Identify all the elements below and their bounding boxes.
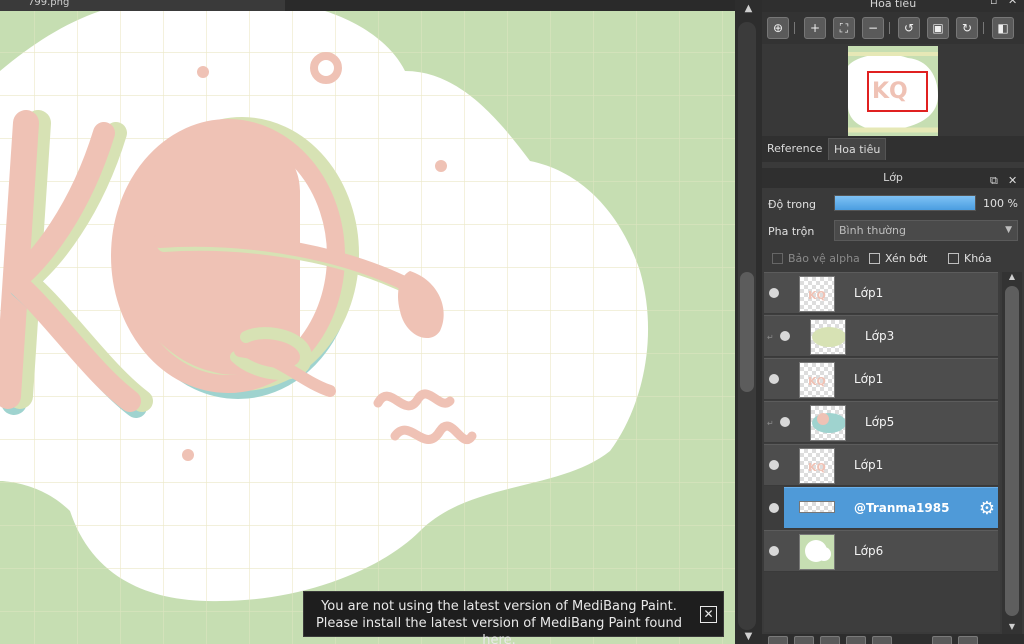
protect-alpha-checkbox[interactable]: Bảo vệ alpha	[772, 252, 860, 266]
navigator-thumbnail[interactable]: KQ	[848, 46, 938, 136]
layer-name: @Tranma1985	[854, 501, 950, 515]
scroll-up-arrow[interactable]: ▲	[1002, 272, 1022, 281]
layer-row[interactable]: ↵ Lớp3	[764, 315, 998, 357]
lock-checkbox[interactable]: Khóa	[948, 252, 992, 266]
update-message-line1: You are not using the latest version of …	[321, 599, 677, 614]
zoom-in-icon[interactable]: +	[804, 17, 826, 39]
navigator-title: Hoa tiêu	[869, 0, 917, 10]
layer-toolbar	[762, 634, 1024, 644]
visibility-eye-icon[interactable]	[769, 503, 779, 513]
artwork-canvas[interactable]	[0, 11, 735, 644]
layer-panel-title: Lớp	[883, 171, 903, 184]
flip-icon[interactable]: ◧	[992, 17, 1014, 39]
fit-icon[interactable]: ⛶	[833, 17, 855, 39]
layer-row[interactable]: KQ Lớp1	[764, 358, 998, 400]
layer-thumbnail	[810, 319, 846, 355]
layer-row[interactable]: Lớp6	[764, 530, 998, 572]
svg-text:KQ: KQ	[808, 375, 826, 388]
update-message-line2[interactable]: Please install the latest version of Med…	[304, 615, 694, 644]
blend-label: Pha trộn	[768, 225, 815, 238]
layer-thumbnail: KQ	[799, 362, 835, 398]
chevron-down-icon: ▼	[1005, 225, 1012, 235]
blend-mode-value: Bình thường	[839, 224, 906, 237]
rotate-right-icon[interactable]: ↻	[956, 17, 978, 39]
new-halftone-layer-icon[interactable]	[794, 636, 814, 644]
update-notification[interactable]: You are not using the latest version of …	[303, 591, 724, 644]
canvas-vertical-scrollbar[interactable]: ▲ ▼	[735, 0, 762, 644]
gear-icon[interactable]: ⚙	[979, 498, 995, 519]
zoom-actual-icon[interactable]: ⊕	[767, 17, 789, 39]
layer-list-scrollbar[interactable]: ▲ ▼	[1002, 272, 1022, 634]
new-8bit-layer-icon[interactable]	[820, 636, 840, 644]
scroll-thumb[interactable]	[1005, 286, 1019, 616]
layer-thumbnail: KQ	[799, 448, 835, 484]
scroll-down-arrow[interactable]: ▼	[735, 630, 762, 644]
clip-indicator-icon: ↵	[767, 333, 774, 342]
blend-mode-select[interactable]: Bình thường ▼	[834, 220, 1018, 241]
layer-row[interactable]: @Tranma1985 ⚙	[769, 487, 998, 529]
layer-panel-header: Lớp ⧉ ✕	[762, 168, 1024, 188]
scroll-track[interactable]	[738, 22, 756, 630]
layer-name: Lớp1	[854, 286, 884, 300]
visibility-eye-icon[interactable]	[769, 374, 779, 384]
opacity-slider[interactable]	[834, 195, 976, 211]
navigator-toolbar: ⊕ + ⛶ − ↺ ▣ ↻ ◧	[762, 12, 1024, 44]
clip-indicator-icon: ↵	[767, 419, 774, 428]
layer-row[interactable]: KQ Lớp1	[764, 444, 998, 486]
opacity-label: Độ trong	[768, 198, 817, 211]
visibility-eye-icon[interactable]	[769, 546, 779, 556]
layer-row[interactable]: KQ Lớp1	[764, 272, 998, 314]
layer-thumbnail	[810, 405, 846, 441]
opacity-value: 100 %	[983, 197, 1018, 210]
layer-thumbnail	[799, 534, 835, 570]
visibility-eye-icon[interactable]	[769, 460, 779, 470]
new-1bit-layer-icon[interactable]	[846, 636, 866, 644]
close-icon[interactable]: ✕	[700, 606, 717, 623]
layer-name: Lớp1	[854, 458, 884, 472]
layer-list[interactable]: KQ Lớp1 ↵ Lớp3 KQ Lớp1 ↵ Lớp5 KQ Lớp1 @Tranma1985 ⚙…	[764, 272, 1000, 632]
tab-reference[interactable]: Reference	[762, 138, 827, 160]
svg-text:KQ: KQ	[872, 79, 908, 104]
undock-icon[interactable]: ⧉	[990, 171, 998, 191]
merge-down-icon[interactable]	[932, 636, 952, 644]
opacity-slider-fill	[835, 196, 975, 210]
close-icon[interactable]: ✕	[1008, 171, 1017, 191]
tab-navigator[interactable]: Hoa tiêu	[828, 138, 887, 160]
layer-thumbnail: KQ	[799, 276, 835, 312]
undock-icon[interactable]: ▫	[990, 0, 997, 6]
medibang-window: 799.png ▲ ▼ You are not using the latest…	[0, 0, 1024, 644]
new-folder-icon[interactable]	[872, 636, 892, 644]
fullscreen-icon[interactable]: ▣	[927, 17, 949, 39]
layer-name: Lớp1	[854, 372, 884, 386]
navigator-title-bar: Hoa tiêu ▫ ✕	[762, 0, 1024, 12]
panel-tabs: Reference Hoa tiêu	[762, 136, 1024, 162]
visibility-eye-icon[interactable]	[780, 331, 790, 341]
svg-text:KQ: KQ	[808, 461, 826, 474]
file-tab-bar: 799.png	[0, 0, 735, 11]
layer-thumbnail	[799, 501, 835, 513]
layer-row[interactable]: ↵ Lớp5	[764, 401, 998, 443]
scroll-up-arrow[interactable]: ▲	[735, 2, 762, 16]
right-panel: Hoa tiêu ▫ ✕ ⊕ + ⛶ − ↺ ▣ ↻ ◧ KQ Referenc…	[762, 0, 1024, 644]
canvas-area[interactable]: 799.png	[0, 0, 735, 644]
layer-name: Lớp6	[854, 544, 884, 558]
new-layer-icon[interactable]	[768, 636, 788, 644]
clip-checkbox[interactable]: Xén bớt	[869, 252, 927, 266]
layer-name: Lớp3	[865, 329, 895, 343]
delete-layer-icon[interactable]	[958, 636, 978, 644]
svg-text:KQ: KQ	[808, 289, 826, 302]
layer-name: Lớp5	[865, 415, 895, 429]
zoom-out-icon[interactable]: −	[862, 17, 884, 39]
file-tab[interactable]: 799.png	[0, 0, 285, 11]
close-icon[interactable]: ✕	[1008, 0, 1017, 6]
scroll-thumb[interactable]	[740, 272, 754, 392]
scroll-down-arrow[interactable]: ▼	[1002, 622, 1022, 631]
visibility-eye-icon[interactable]	[780, 417, 790, 427]
rotate-left-icon[interactable]: ↺	[898, 17, 920, 39]
visibility-eye-icon[interactable]	[769, 288, 779, 298]
navigator-preview[interactable]: KQ	[762, 44, 1024, 136]
